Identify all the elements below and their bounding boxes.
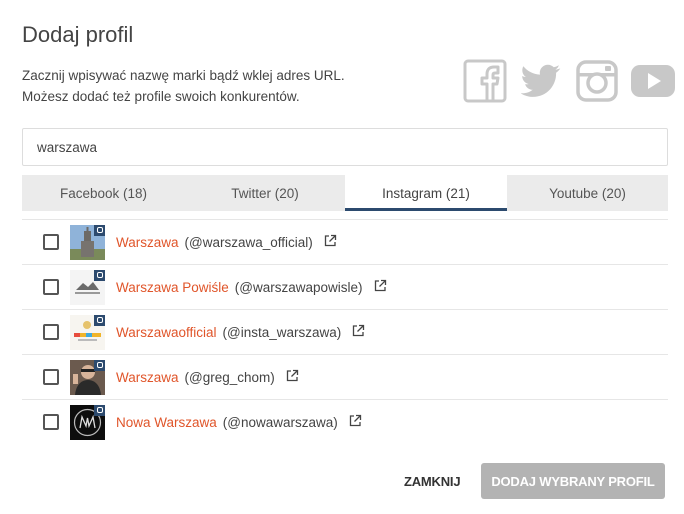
external-link-icon[interactable] [286,369,299,382]
description-line-1: Zacznij wpisywać nazwę marki bądź wklej … [22,68,345,83]
profile-handle: (@nowawarszawa) [222,414,338,430]
avatar [70,359,105,395]
external-link-icon[interactable] [324,234,337,247]
profile-name-link[interactable]: Warszawa Powiśle [116,280,229,295]
profile-handle: (@insta_warszawa) [222,324,342,340]
avatar [70,404,105,440]
results-list: Warszawa (@warszawa_official) Warszawa P… [22,219,668,444]
avatar [70,224,105,260]
tab-youtube[interactable]: Youtube (20) [507,175,668,211]
profile-handle: (@warszawa_official) [184,234,313,250]
select-checkbox[interactable] [43,324,59,340]
profile-handle: (@warszawapowisle) [234,279,363,295]
instagram-icon [574,58,620,104]
tab-twitter[interactable]: Twitter (20) [185,175,345,211]
external-link-icon[interactable] [349,414,362,427]
select-checkbox[interactable] [43,414,59,430]
list-item: Warszawa (@warszawa_official) [22,219,668,264]
description-line-2: Możesz dodać też profile swoich konkuren… [22,89,300,104]
add-selected-profile-button[interactable]: DODAJ WYBRANY PROFIL [481,463,665,499]
external-link-icon[interactable] [374,279,387,292]
tab-facebook[interactable]: Facebook (18) [22,175,185,211]
select-checkbox[interactable] [43,279,59,295]
select-checkbox[interactable] [43,234,59,250]
profile-name-link[interactable]: Warszawaofficial [116,325,217,340]
list-item: Warszawa (@greg_chom) [22,354,668,399]
dialog-description: Zacznij wpisywać nazwę marki bądź wklej … [22,65,345,107]
twitter-icon [518,58,564,104]
instagram-badge-icon [94,269,105,281]
tab-instagram[interactable]: Instagram (21) [345,175,507,211]
social-networks-icons [462,58,676,104]
avatar [70,269,105,305]
list-item: Nowa Warszawa (@nowawarszawa) [22,399,668,444]
dialog-title: Dodaj profil [22,22,134,47]
instagram-badge-icon [94,314,105,326]
instagram-badge-icon [94,359,105,371]
profile-name-link[interactable]: Warszawa [116,235,179,250]
profile-name-link[interactable]: Warszawa [116,370,179,385]
profile-name-link[interactable]: Nowa Warszawa [116,415,217,430]
instagram-badge-icon [94,224,105,236]
youtube-icon [630,58,676,104]
list-item: Warszawaofficial (@insta_warszawa) [22,309,668,354]
profile-handle: (@greg_chom) [184,369,275,385]
instagram-badge-icon [94,404,105,416]
list-item: Warszawa Powiśle (@warszawapowisle) [22,264,668,309]
external-link-icon[interactable] [352,324,365,337]
network-tabs: Facebook (18) Twitter (20) Instagram (21… [22,175,668,211]
close-button[interactable]: ZAMKNIJ [396,463,468,499]
select-checkbox[interactable] [43,369,59,385]
avatar [70,314,105,350]
facebook-icon [462,58,508,104]
search-input[interactable] [22,128,668,166]
